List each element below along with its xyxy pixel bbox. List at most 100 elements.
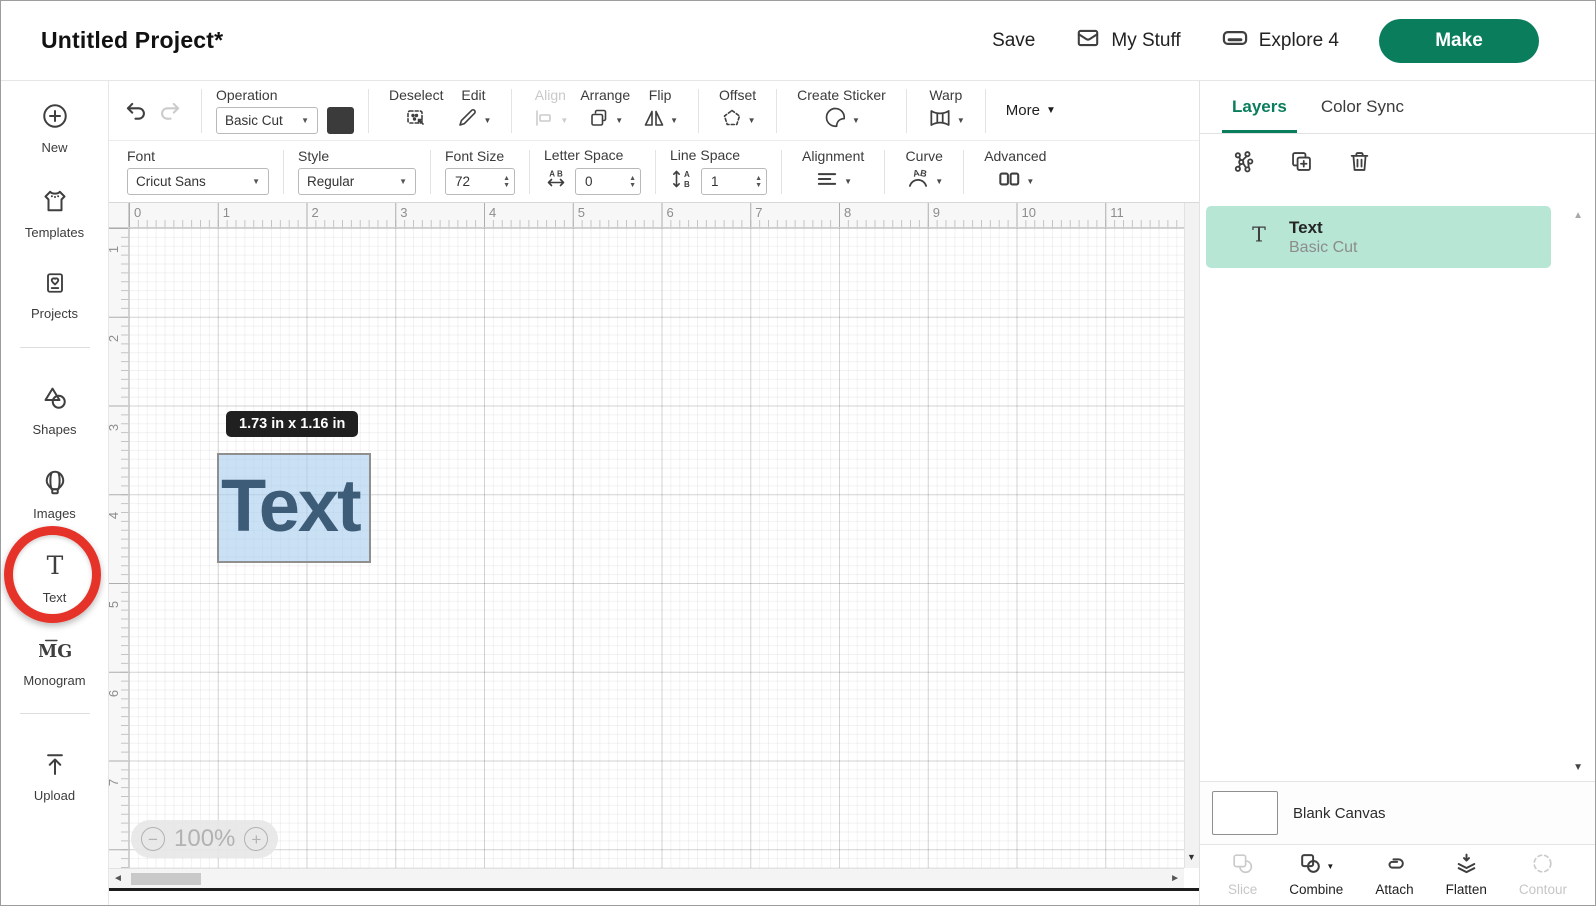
- ruler-number: 1: [223, 205, 230, 220]
- scrollbar-thumb[interactable]: [131, 873, 201, 885]
- scroll-right-icon[interactable]: ►: [1170, 873, 1180, 884]
- chevron-down-icon: ▼: [483, 116, 491, 125]
- scroll-up-icon[interactable]: ▲: [1573, 210, 1583, 221]
- stepper-up-icon: ▲: [755, 175, 762, 182]
- scroll-left-icon[interactable]: ◄: [113, 873, 123, 884]
- make-button[interactable]: Make: [1379, 19, 1539, 63]
- sidebar-item-label: Templates: [25, 225, 84, 240]
- stepper-up-icon: ▲: [503, 175, 510, 182]
- panel-tabs: Layers Color Sync: [1200, 81, 1595, 134]
- font-size-label: Font Size: [445, 148, 504, 164]
- flip-button[interactable]: Flip ▼: [636, 87, 684, 134]
- layer-operation: Basic Cut: [1289, 239, 1357, 257]
- undo-button[interactable]: [119, 94, 153, 128]
- sidebar-item-templates[interactable]: Templates: [1, 186, 108, 240]
- zoom-level: 100%: [174, 825, 235, 853]
- sidebar-item-monogram[interactable]: MG Monogram: [1, 634, 108, 688]
- alignment-button[interactable]: Alignment ▼: [796, 148, 870, 195]
- flip-icon: [642, 106, 666, 135]
- scroll-down-icon[interactable]: ▼: [1573, 762, 1583, 773]
- group-button[interactable]: [1226, 144, 1260, 178]
- project-card-icon: [41, 269, 69, 302]
- contour-icon: [1530, 851, 1555, 881]
- sidebar-item-upload[interactable]: Upload: [1, 749, 108, 803]
- new-plus-icon: [40, 101, 70, 136]
- separator: [776, 89, 777, 133]
- more-button[interactable]: More ▼: [1000, 102, 1062, 119]
- svg-text:B: B: [684, 180, 690, 189]
- layer-row-text[interactable]: T Text Basic Cut: [1206, 206, 1551, 268]
- blank-canvas-row[interactable]: Blank Canvas: [1200, 781, 1595, 844]
- machine-select-button[interactable]: Explore 4: [1221, 24, 1339, 58]
- sidebar-item-projects[interactable]: Projects: [1, 269, 108, 321]
- delete-button[interactable]: [1342, 144, 1376, 178]
- horizontal-scrollbar[interactable]: ◄ ►: [109, 868, 1184, 888]
- my-stuff-button[interactable]: My Stuff: [1075, 25, 1180, 57]
- curve-button[interactable]: Curve AB▼: [899, 148, 949, 195]
- sidebar-item-images[interactable]: Images: [1, 467, 108, 521]
- zoom-in-button[interactable]: +: [244, 827, 268, 851]
- offset-button[interactable]: Offset ▼: [713, 87, 762, 134]
- canvas-area[interactable]: 01234567891011 1234567 1.73 in x 1.16 in…: [109, 203, 1199, 906]
- canvas-grid[interactable]: 1.73 in x 1.16 in Text: [129, 228, 1184, 868]
- line-space-stepper[interactable]: ▲▼: [749, 175, 762, 189]
- style-value: Regular: [307, 174, 354, 189]
- stepper-up-icon: ▲: [629, 175, 636, 182]
- scroll-down-icon[interactable]: ▼: [1187, 852, 1196, 862]
- font-size-input[interactable]: 72 ▲▼: [445, 168, 515, 195]
- arrange-button[interactable]: Arrange ▼: [574, 87, 636, 134]
- style-label: Style: [298, 148, 329, 164]
- ruler-number: 9: [933, 205, 940, 220]
- warp-button[interactable]: Warp ▼: [921, 87, 971, 134]
- letter-space-input[interactable]: 0 ▲▼: [575, 168, 641, 195]
- letter-space-stepper[interactable]: ▲▼: [623, 175, 636, 189]
- operation-dropdown[interactable]: Basic Cut ▼: [216, 107, 318, 134]
- combine-button[interactable]: ▼ Combine: [1289, 853, 1343, 897]
- chevron-down-icon: ▼: [935, 177, 943, 186]
- chevron-down-icon: ▼: [1026, 177, 1034, 186]
- save-button[interactable]: Save: [992, 30, 1035, 52]
- curve-icon: AB: [905, 166, 931, 197]
- chevron-down-icon: ▼: [293, 116, 309, 125]
- flatten-button[interactable]: Flatten: [1446, 853, 1487, 897]
- attach-button[interactable]: Attach: [1375, 853, 1413, 897]
- svg-text:B: B: [919, 167, 928, 178]
- create-sticker-button[interactable]: Create Sticker ▼: [791, 87, 892, 134]
- svg-text:A B: A B: [549, 170, 563, 179]
- sidebar-item-text[interactable]: T Text: [1, 551, 108, 605]
- line-space-icon: AB: [670, 167, 694, 196]
- sidebar-item-shapes[interactable]: Shapes: [1, 383, 108, 437]
- chevron-down-icon: ▼: [670, 116, 678, 125]
- edit-button[interactable]: Edit ▼: [449, 87, 497, 134]
- svg-text:T: T: [1252, 222, 1266, 246]
- ruler-number: 7: [109, 778, 121, 785]
- selected-text-object[interactable]: Text: [217, 453, 371, 563]
- separator: [781, 150, 782, 194]
- tab-layers[interactable]: Layers: [1222, 81, 1297, 133]
- chevron-down-icon: ▼: [844, 177, 852, 186]
- style-dropdown[interactable]: Regular ▼: [298, 168, 416, 195]
- sidebar-item-new[interactable]: New: [1, 101, 108, 155]
- deselect-button[interactable]: Deselect: [383, 87, 449, 134]
- font-group: Font Cricut Sans ▼: [127, 148, 269, 195]
- duplicate-button[interactable]: [1284, 144, 1318, 178]
- shapes-icon: [40, 383, 70, 418]
- redo-button[interactable]: [153, 94, 187, 128]
- arrange-icon: [587, 106, 611, 135]
- tab-color-sync[interactable]: Color Sync: [1311, 81, 1414, 133]
- blank-canvas-swatch[interactable]: [1212, 791, 1278, 835]
- ruler-corner: [109, 203, 129, 228]
- zoom-out-button[interactable]: −: [141, 827, 165, 851]
- chevron-down-icon: ▼: [1326, 862, 1334, 871]
- operation-group: Operation Basic Cut ▼: [216, 87, 354, 134]
- vertical-scrollbar[interactable]: ▼: [1184, 203, 1199, 868]
- chevron-down-icon: ▼: [852, 116, 860, 125]
- advanced-button[interactable]: Advanced ▼: [978, 148, 1052, 195]
- line-space-label: Line Space: [670, 147, 740, 163]
- font-size-stepper[interactable]: ▲▼: [497, 175, 510, 189]
- chevron-down-icon: ▼: [957, 116, 965, 125]
- font-dropdown[interactable]: Cricut Sans ▼: [127, 168, 269, 195]
- ruler-number: 10: [1022, 205, 1036, 220]
- line-space-input[interactable]: 1 ▲▼: [701, 168, 767, 195]
- color-swatch[interactable]: [327, 107, 354, 134]
